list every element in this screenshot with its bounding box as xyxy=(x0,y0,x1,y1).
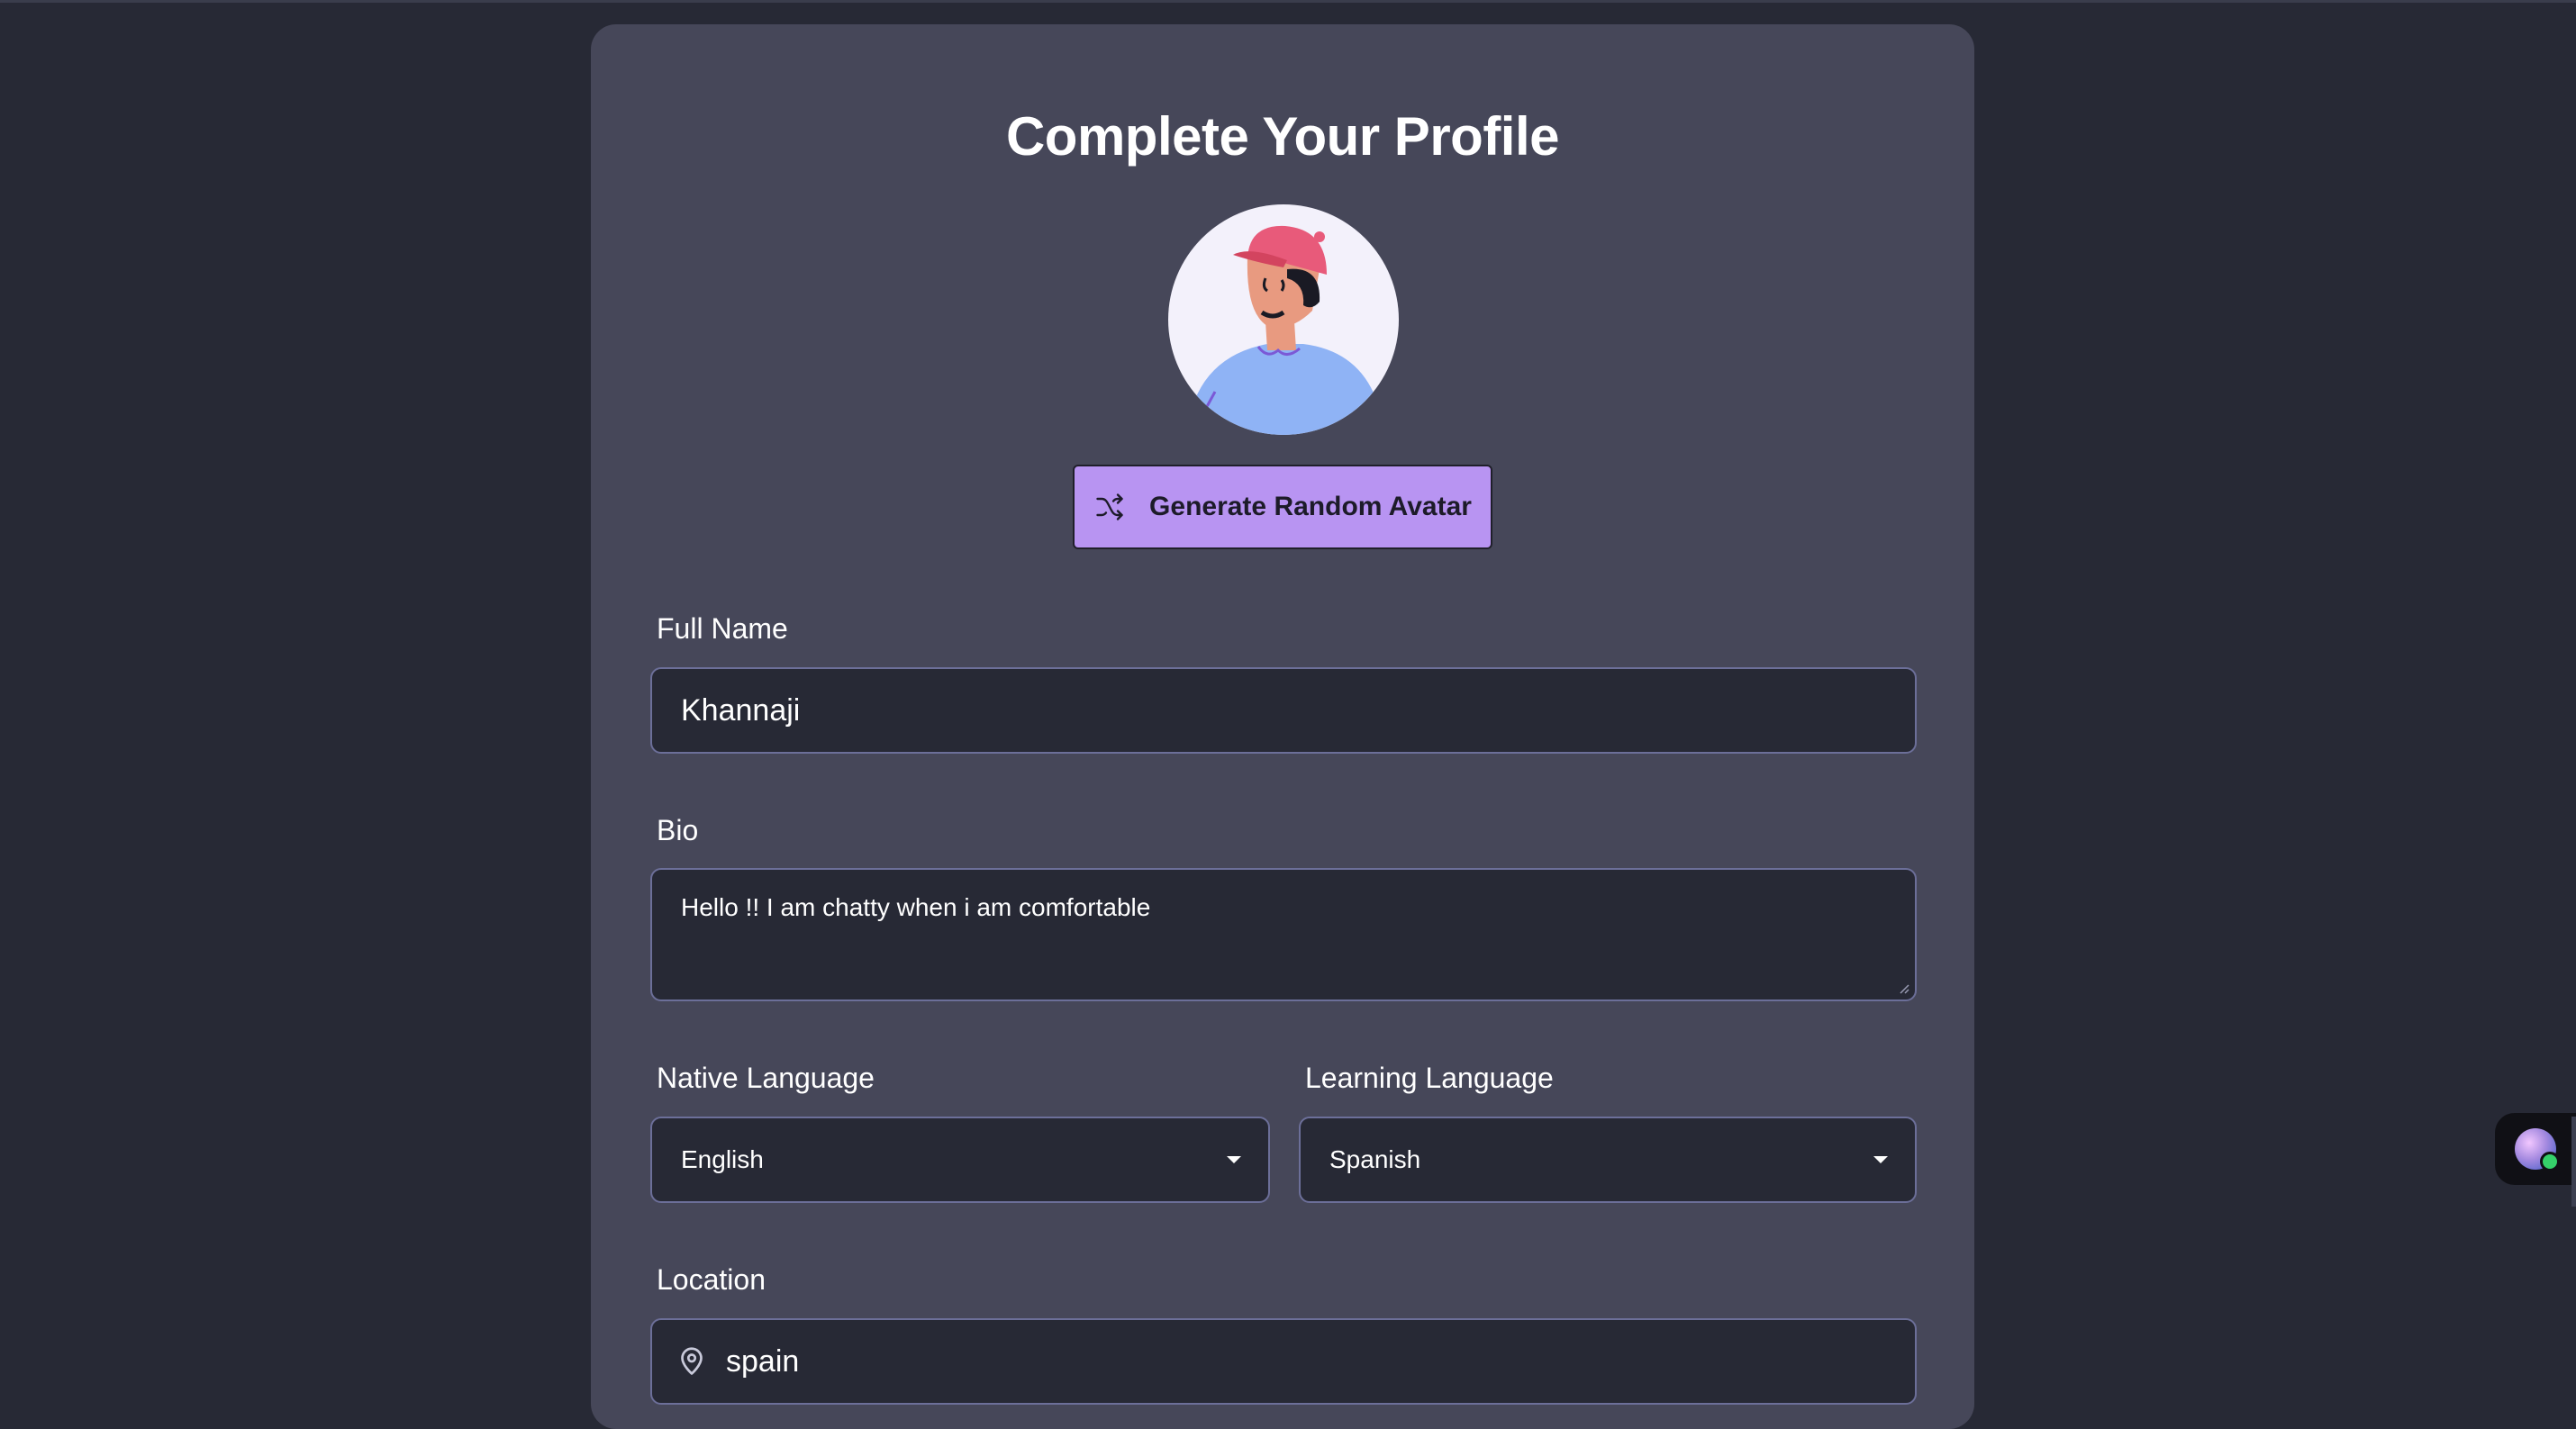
learning-language-label: Learning Language xyxy=(1305,1062,1554,1094)
assistant-widget-button[interactable] xyxy=(2495,1113,2576,1185)
bio-textarea[interactable]: Hello !! I am chatty when i am comfortab… xyxy=(650,868,1917,1001)
full-name-label: Full Name xyxy=(657,612,788,645)
assistant-orb-icon xyxy=(2515,1128,2560,1171)
resize-grip-icon[interactable] xyxy=(1897,981,1909,994)
location-label: Location xyxy=(657,1263,766,1296)
window-top-edge xyxy=(0,0,2576,3)
shuffle-icon xyxy=(1096,493,1123,520)
native-language-value: English xyxy=(681,1145,764,1173)
bio-value: Hello !! I am chatty when i am comfortab… xyxy=(681,893,1151,921)
avatar xyxy=(1168,204,1399,435)
map-pin-icon xyxy=(681,1347,703,1375)
generate-random-avatar-button[interactable]: Generate Random Avatar xyxy=(1073,465,1492,549)
chevron-down-icon xyxy=(1873,1156,1888,1163)
learning-language-value: Spanish xyxy=(1329,1145,1421,1173)
full-name-field[interactable]: Khannaji xyxy=(650,667,1917,754)
location-value: spain xyxy=(726,1343,800,1379)
bio-label: Bio xyxy=(657,814,699,846)
avatar-illustration-icon xyxy=(1186,225,1384,435)
full-name-value: Khannaji xyxy=(681,692,801,728)
chevron-down-icon xyxy=(1227,1156,1241,1163)
scrollbar[interactable] xyxy=(2571,1117,2576,1207)
learning-language-select[interactable]: Spanish xyxy=(1299,1117,1917,1203)
native-language-select[interactable]: English xyxy=(650,1117,1270,1203)
location-field[interactable]: spain xyxy=(650,1318,1917,1405)
online-status-dot xyxy=(2540,1152,2560,1171)
native-language-label: Native Language xyxy=(657,1062,875,1094)
page-title: Complete Your Profile xyxy=(1005,106,1560,167)
generate-random-avatar-label: Generate Random Avatar xyxy=(1149,492,1472,521)
profile-card: Complete Your Profile Generate Random Av… xyxy=(591,24,1974,1429)
